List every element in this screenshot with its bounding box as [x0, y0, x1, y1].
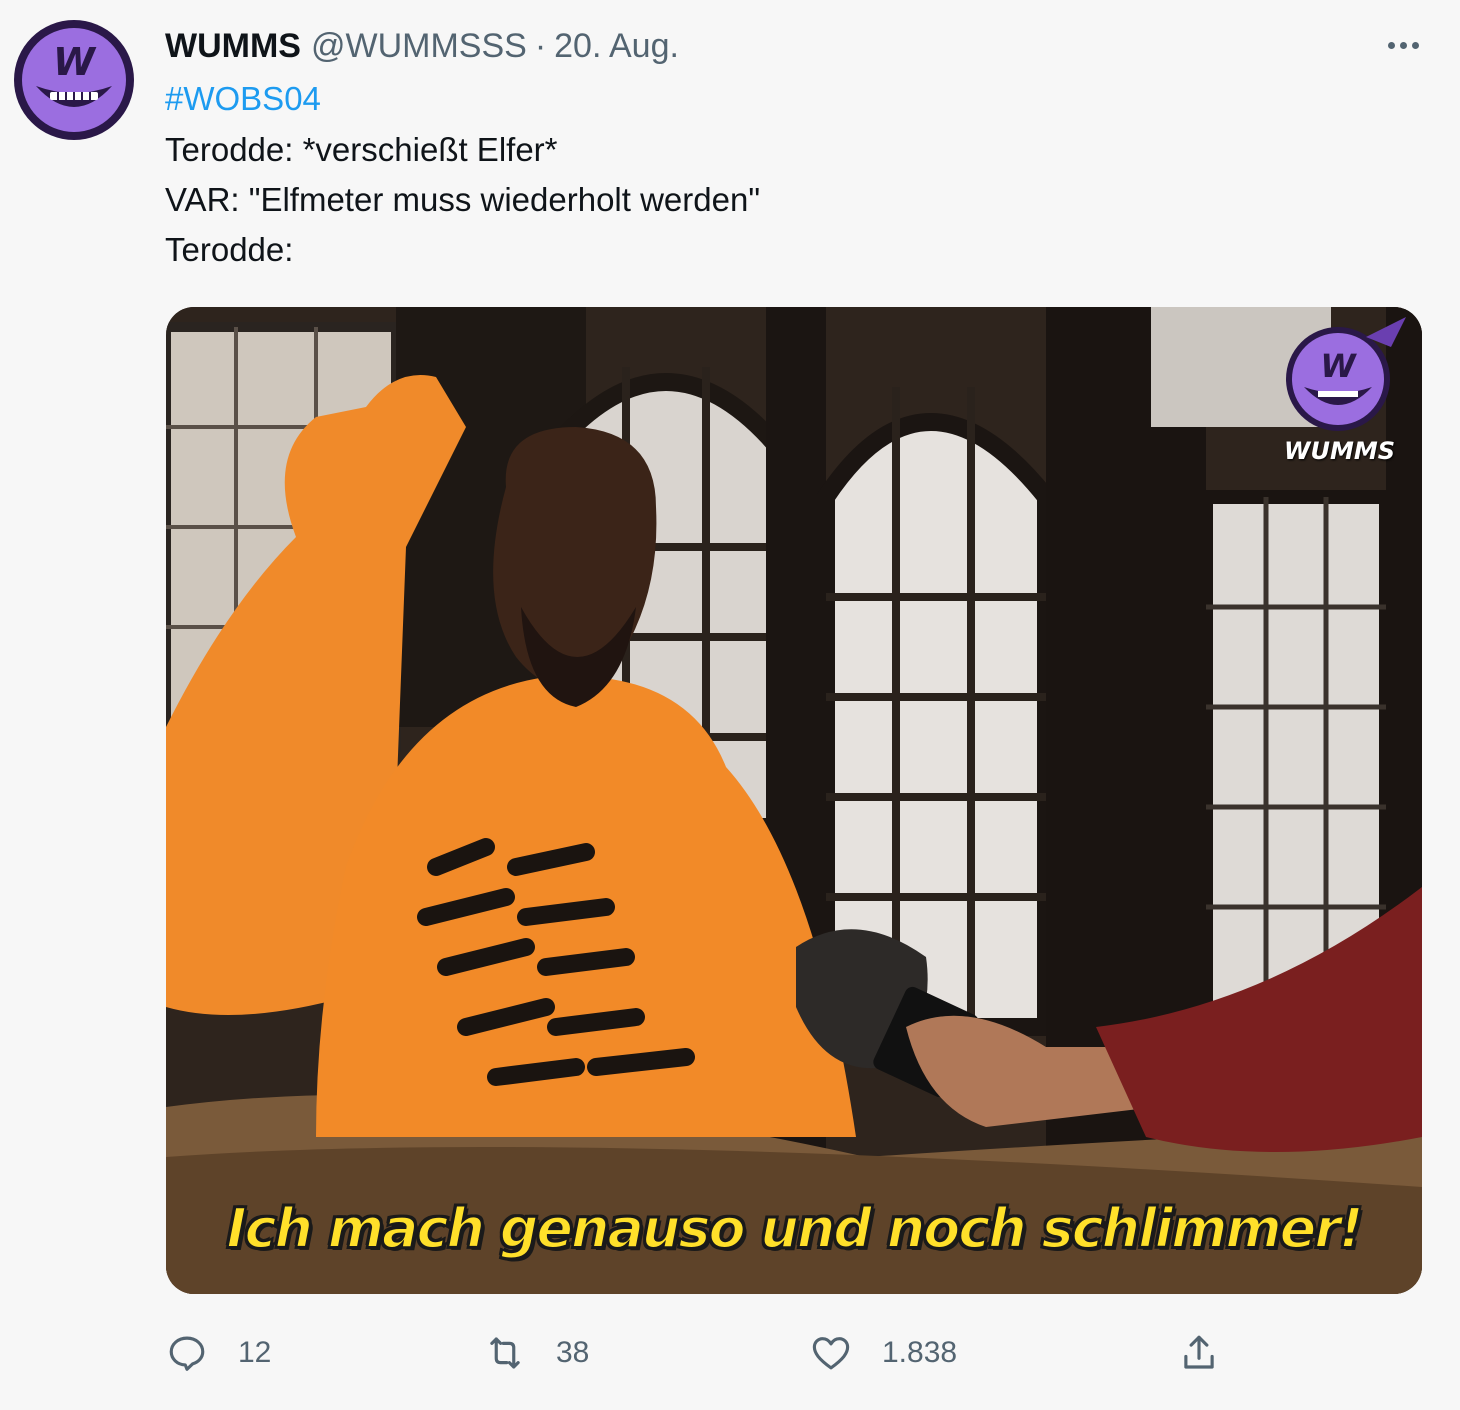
tweet-hashtag-line: #WOBS04	[165, 80, 321, 118]
more-icon-dot	[1387, 41, 1395, 49]
author-avatar[interactable]: W	[14, 20, 134, 140]
tweet-text-line: Terodde: *verschießt Elfer*	[165, 131, 558, 168]
watermark-label: WUMMS	[1284, 437, 1396, 465]
like-count: 1.838	[882, 1336, 958, 1369]
tweet-date[interactable]: 20. Aug.	[554, 27, 679, 66]
like-button[interactable]: 1.838	[810, 1330, 957, 1376]
hashtag-link[interactable]: #WOBS04	[165, 80, 321, 117]
avatar-letter: W	[53, 40, 97, 84]
author-handle[interactable]: @WUMMSSS	[311, 27, 527, 66]
tweet-header: WUMMS @WUMMSSS · 20. Aug.	[165, 24, 679, 68]
header-separator: ·	[534, 26, 547, 65]
more-icon-dot	[1399, 41, 1407, 49]
video-frame-image: W	[166, 307, 1422, 1294]
tweet-media-video[interactable]: W WUMMS Ich mach genauso und noch schlim…	[166, 307, 1422, 1294]
share-button[interactable]	[1178, 1330, 1220, 1376]
retweet-button[interactable]: 38	[484, 1330, 589, 1376]
tweet-action-bar: 12 38 1.838	[0, 1318, 1460, 1388]
author-display-name[interactable]: WUMMS	[165, 27, 301, 66]
reply-icon	[169, 1336, 205, 1371]
more-options-button[interactable]	[1378, 28, 1428, 62]
share-icon	[1184, 1335, 1214, 1369]
tweet-card[interactable]: W WUMMS @WUMMSSS · 20. Aug. #WOBS04 Tero…	[0, 0, 1460, 1410]
watermark-letter: W	[1320, 347, 1357, 385]
reply-button[interactable]: 12	[166, 1330, 271, 1376]
tweet-text-line: VAR: "Elfmeter muss wiederholt werden"	[165, 181, 761, 218]
retweet-count: 38	[556, 1336, 590, 1369]
video-subtitle: Ich mach genauso und noch schlimmer!	[225, 1196, 1364, 1261]
retweet-icon	[490, 1337, 520, 1369]
like-icon	[812, 1337, 850, 1370]
tweet-text-line: Terodde:	[165, 231, 294, 268]
more-icon-dot	[1411, 41, 1419, 49]
reply-count: 12	[238, 1336, 272, 1369]
wumms-logo-icon: W	[16, 22, 132, 138]
